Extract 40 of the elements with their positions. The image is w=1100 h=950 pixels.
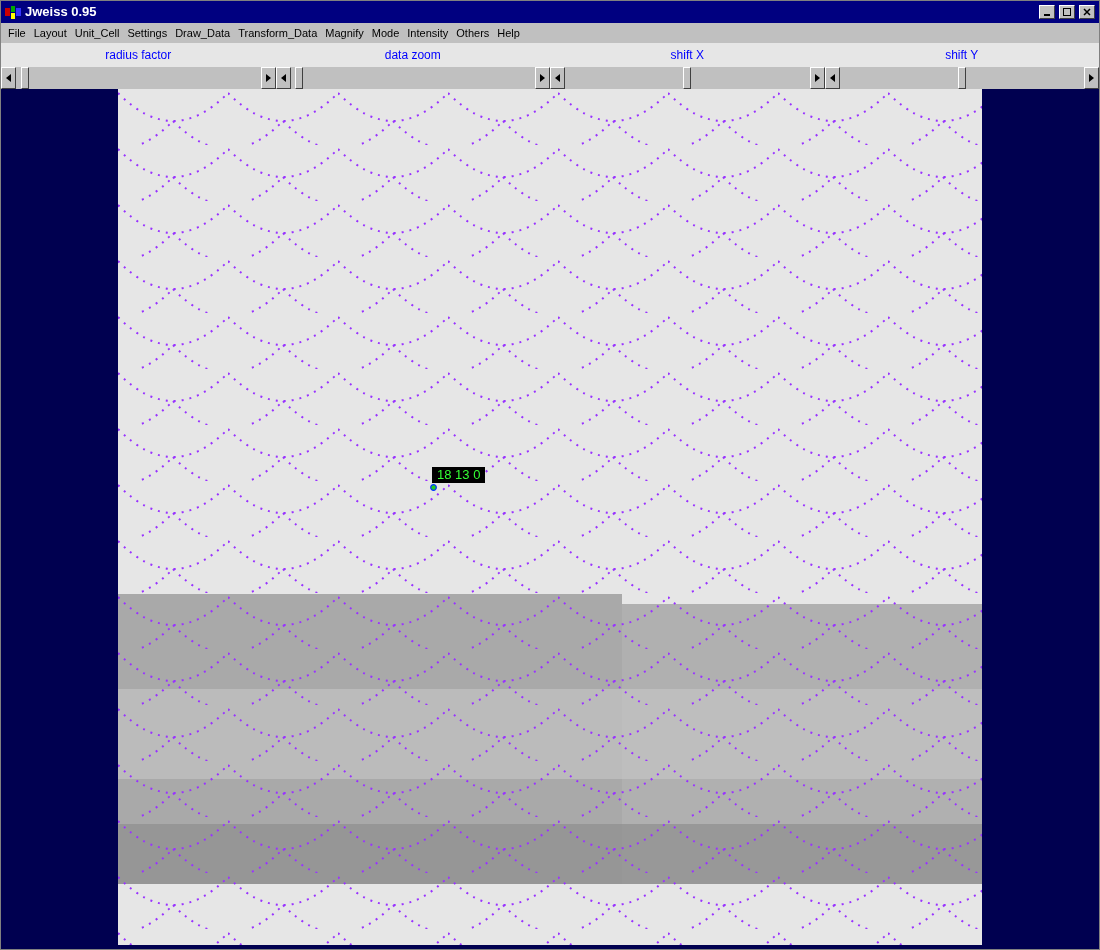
left-triangle-icon — [6, 74, 11, 82]
slider-thumb[interactable] — [957, 67, 966, 89]
minimize-button[interactable] — [1039, 5, 1055, 19]
scroll-right-button[interactable] — [1084, 67, 1099, 89]
slider-thumb[interactable] — [683, 67, 692, 89]
menu-item[interactable]: Settings — [124, 24, 171, 42]
close-icon — [1083, 8, 1091, 16]
menu-item[interactable]: Help — [494, 24, 523, 42]
left-triangle-icon — [829, 74, 835, 82]
left-triangle-icon — [280, 74, 286, 82]
scroll-left-button[interactable] — [1, 67, 16, 89]
menu-item[interactable]: File — [5, 24, 29, 42]
slider-label: radius factor — [105, 47, 172, 64]
right-triangle-icon — [1089, 74, 1094, 82]
marker-circle-icon — [430, 484, 437, 491]
scroll-right-button[interactable] — [535, 67, 550, 89]
menu-item[interactable]: Draw_Data — [172, 24, 234, 42]
slider-label: data zoom — [384, 47, 441, 64]
maximize-button[interactable] — [1059, 5, 1075, 19]
close-button[interactable] — [1079, 5, 1095, 19]
menu-item[interactable]: Intensity — [404, 24, 452, 42]
app-icon — [5, 5, 21, 19]
slider-thumb[interactable] — [295, 67, 304, 89]
right-triangle-icon — [814, 74, 820, 82]
menu-item[interactable]: Unit_Cell — [71, 24, 123, 42]
menu-item[interactable]: Magnify — [322, 24, 367, 42]
left-triangle-icon — [555, 74, 560, 82]
right-triangle-icon — [540, 74, 545, 82]
menu-item[interactable]: Mode — [368, 24, 403, 42]
right-triangle-icon — [265, 74, 271, 82]
scroll-left-button[interactable] — [550, 67, 565, 89]
menu-item[interactable]: Layout — [30, 24, 70, 42]
menu-item[interactable]: Transform_Data — [235, 24, 321, 42]
hkl-label: 18 13 0 — [432, 467, 486, 483]
slider-thumb[interactable] — [20, 67, 29, 89]
slider-label: shift X — [670, 47, 704, 64]
window-title: Jweiss 0.95 — [25, 3, 97, 22]
slider-label: shift Y — [945, 47, 979, 64]
menu-item[interactable]: Others — [453, 24, 493, 42]
maximize-icon — [1063, 8, 1071, 16]
